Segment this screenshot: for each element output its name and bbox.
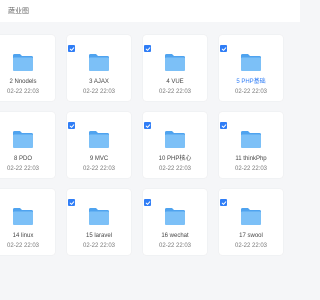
- folder-card[interactable]: 9 MVC 02-22 22:03: [67, 112, 131, 178]
- folder-name: 5 PHP基础: [236, 79, 266, 85]
- checkbox-checked-icon[interactable]: [220, 45, 227, 52]
- folder-card[interactable]: 5 PHP基础 02-22 22:03: [219, 35, 283, 101]
- folder-icon: [240, 130, 262, 149]
- folder-icon: [12, 207, 34, 226]
- folder-date: 02-22 22:03: [6, 166, 40, 172]
- folder-card[interactable]: 2 Nnodels 02-22 22:03: [0, 35, 55, 101]
- folder-name: 8 PDO: [13, 156, 32, 162]
- folder-date: 02-22 22:03: [82, 89, 116, 95]
- folder-card[interactable]: 3 AJAX 02-22 22:03: [67, 35, 131, 101]
- folder-name: 3 AJAX: [89, 79, 109, 85]
- top-bar: 蔬业图: [0, 0, 300, 22]
- checkbox-checked-icon[interactable]: [68, 199, 75, 206]
- folder-card[interactable]: 11 thinkPhp 02-22 22:03: [219, 112, 283, 178]
- folder-card[interactable]: 10 PHP核心 02-22 22:03: [143, 112, 207, 178]
- folder-icon: [88, 130, 110, 149]
- folder-name: 16 wechat: [161, 233, 189, 239]
- folder-icon: [164, 53, 186, 72]
- folder-date: 02-22 22:03: [82, 166, 116, 172]
- folder-date: 02-22 22:03: [158, 166, 192, 172]
- folder-icon: [164, 207, 186, 226]
- folder-card[interactable]: 17 swool 02-22 22:03: [219, 189, 283, 255]
- folder-name: 14 linux: [12, 233, 34, 239]
- folder-icon: [88, 53, 110, 72]
- checkbox-checked-icon[interactable]: [220, 122, 227, 129]
- folder-name: 15 laravel: [85, 233, 112, 239]
- checkbox-checked-icon[interactable]: [68, 45, 75, 52]
- folder-date: 02-22 22:03: [234, 89, 268, 95]
- checkbox-checked-icon[interactable]: [144, 45, 151, 52]
- folder-name: 2 Nnodels: [9, 79, 37, 85]
- folder-icon: [12, 53, 34, 72]
- checkbox-checked-icon[interactable]: [144, 122, 151, 129]
- folder-card[interactable]: 14 linux 02-22 22:03: [0, 189, 55, 255]
- folder-icon: [164, 130, 186, 149]
- checkbox-checked-icon[interactable]: [68, 122, 75, 129]
- folder-card[interactable]: 4 VUE 02-22 22:03: [143, 35, 207, 101]
- folder-date: 02-22 22:03: [234, 243, 268, 249]
- folder-card[interactable]: 15 laravel 02-22 22:03: [67, 189, 131, 255]
- folder-date: 02-22 22:03: [234, 166, 268, 172]
- folder-name: 11 thinkPhp: [235, 156, 267, 162]
- folder-name: 4 VUE: [166, 79, 184, 85]
- folder-icon: [88, 207, 110, 226]
- folder-card[interactable]: 8 PDO 02-22 22:03: [0, 112, 55, 178]
- page-title: 蔬业图: [8, 8, 29, 15]
- folder-icon: [240, 207, 262, 226]
- folder-name: 9 MVC: [89, 156, 109, 162]
- folder-grid: 2 Nnodels 02-22 22:03 3 AJAX 02-22 22:03 4 V…: [0, 35, 291, 255]
- folder-icon: [240, 53, 262, 72]
- folder-date: 02-22 22:03: [6, 89, 40, 95]
- folder-date: 02-22 22:03: [158, 243, 192, 249]
- checkbox-checked-icon[interactable]: [220, 199, 227, 206]
- folder-date: 02-22 22:03: [6, 243, 40, 249]
- folder-date: 02-22 22:03: [82, 243, 116, 249]
- folder-name: 17 swool: [239, 233, 263, 239]
- checkbox-checked-icon[interactable]: [144, 199, 151, 206]
- folder-date: 02-22 22:03: [158, 89, 192, 95]
- folder-card[interactable]: 16 wechat 02-22 22:03: [143, 189, 207, 255]
- folder-icon: [12, 130, 34, 149]
- folder-name: 10 PHP核心: [158, 156, 192, 162]
